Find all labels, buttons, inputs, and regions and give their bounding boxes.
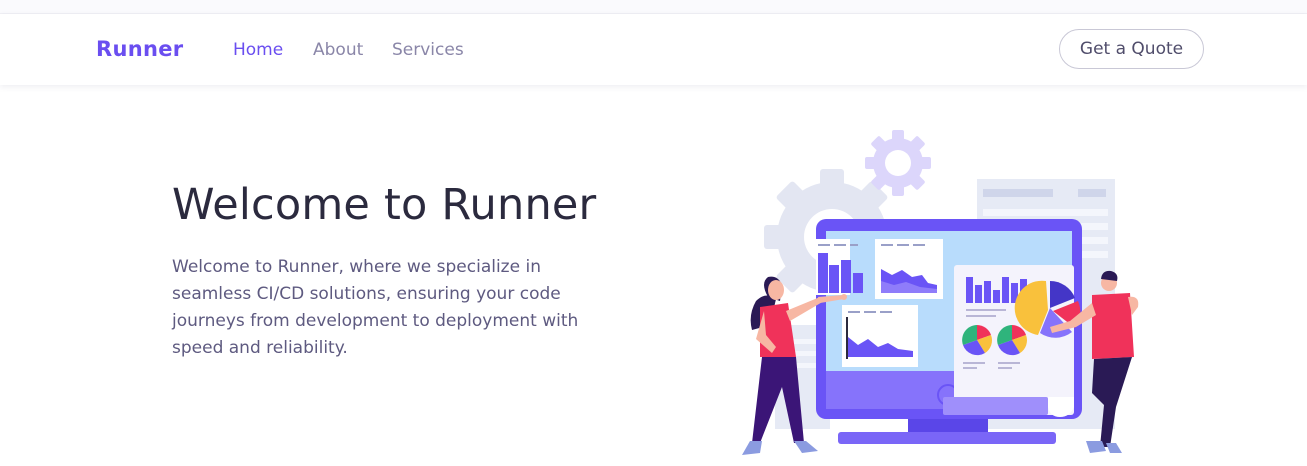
analytics-dashboard-illustration [742,130,1139,455]
brand-logo[interactable]: Runner [96,37,183,61]
nav-link-about[interactable]: About [313,40,363,60]
nav-link-services[interactable]: Services [392,40,464,60]
small-gear-icon [865,130,931,196]
nav-link-home[interactable]: Home [233,40,283,60]
area-chart-card-small-icon [842,305,918,367]
navbar: Runner Home About Services Get a Quote [0,14,1307,85]
get-a-quote-button[interactable]: Get a Quote [1059,29,1204,69]
hero-title: Welcome to Runner [172,180,597,230]
top-strip [0,0,1307,14]
area-chart-card-icon [875,239,943,299]
hero-description: Welcome to Runner, where we specialize i… [172,257,579,358]
